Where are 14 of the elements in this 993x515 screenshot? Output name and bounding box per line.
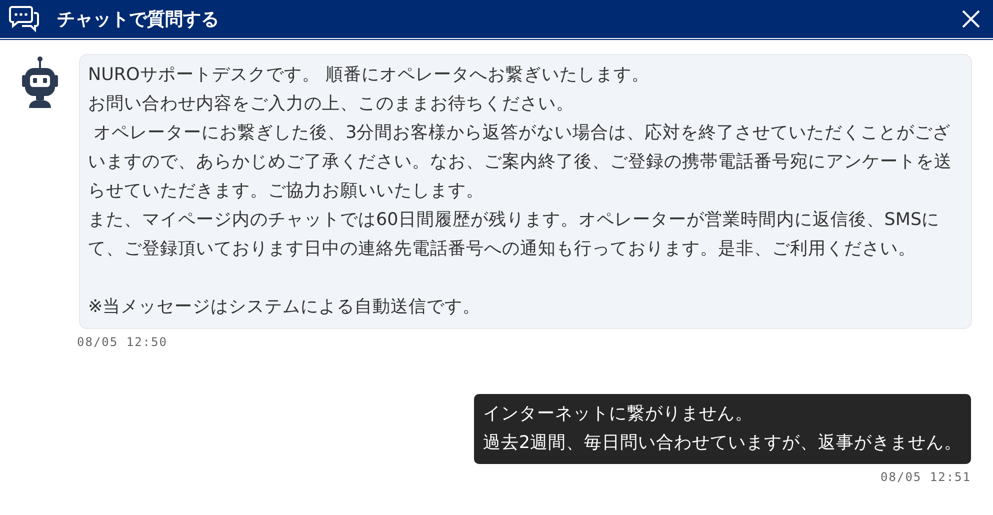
message-text: インターネットに繋がりません。 (482, 403, 754, 426)
message-text: オペレーターにお繋ぎした後、3分間お客様から返答がない場合は、応対を終了させていただくことがございますので、あらかじめご了承ください。なお、ご案内終了後、ご登録の携帯電話番号宛にアンケートを送らせていただきます。ご協力お願いいたします。 (88, 122, 953, 203)
message-time: 08/05 12:50 (77, 335, 168, 349)
message-text: 過去2週間、毎日問い合わせていますが、返事がきません。 (482, 432, 962, 455)
message-time: 08/05 12:51 (880, 470, 971, 484)
message-text: お問い合わせ内容をご入力の上、このままお待ちください。 (88, 93, 575, 116)
chat-title: チャットで質問する (57, 8, 220, 31)
close-icon (962, 10, 980, 28)
close-button[interactable] (961, 9, 981, 29)
robot-icon (20, 56, 60, 110)
message-note: ※当メッセージはシステムによる自動送信です。 (88, 296, 482, 319)
chat-bubbles-icon (9, 5, 39, 33)
message-text: NUROサポートデスクです。 順番にオペレータへお繋ぎいたします。 (88, 64, 650, 87)
message-text: また、マイページ内のチャットでは60日間履歴が残ります。オペレーターが営業時間内に返信後、SMSにて、ご登録頂いております日中の連絡先電話番号への通知も行っております。是非、ご利用ください。 (88, 209, 941, 261)
